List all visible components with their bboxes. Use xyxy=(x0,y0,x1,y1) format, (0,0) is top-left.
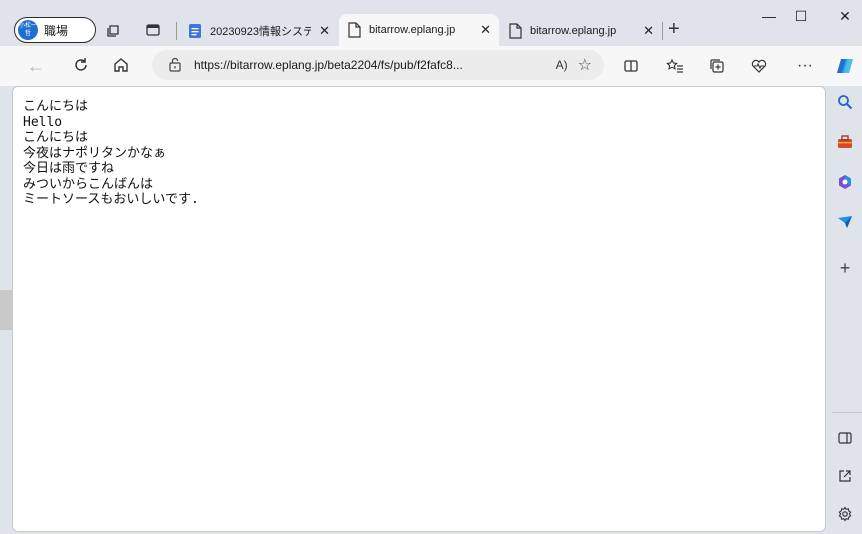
tab-docs[interactable]: 20230923情報システ ✕ xyxy=(180,16,338,46)
page-icon xyxy=(509,23,522,39)
minimize-button[interactable]: — xyxy=(754,8,784,24)
split-screen-icon[interactable] xyxy=(620,56,642,76)
profile-button[interactable]: 小松一哲 職場 xyxy=(14,17,96,43)
google-docs-icon xyxy=(189,24,201,38)
output-line: こんにちは xyxy=(23,130,89,145)
workspaces-icon[interactable] xyxy=(104,20,124,40)
add-icon[interactable]: + xyxy=(835,258,855,278)
close-tab-icon[interactable]: ✕ xyxy=(480,22,491,38)
profile-avatar: 小松一哲 xyxy=(18,20,38,40)
settings-icon[interactable] xyxy=(835,504,855,524)
tab-separator xyxy=(662,22,663,40)
collections-icon[interactable] xyxy=(706,56,728,76)
browser-toolbar: ← https://bitarrow.eplang.jp/beta2204/fs… xyxy=(0,46,862,86)
close-tab-icon[interactable]: ✕ xyxy=(643,23,654,39)
search-icon[interactable] xyxy=(835,92,855,112)
output-line: ミートソースもおいしいです. xyxy=(23,192,199,207)
output-line: みついからこんばんは xyxy=(23,176,154,192)
sidebar-divider xyxy=(832,412,862,413)
window-edge xyxy=(0,290,12,330)
browser-window: 小松一哲 職場 20230923情報システ ✕ bitarrow.eplang.… xyxy=(0,0,862,534)
output-line: 今日は雨ですね xyxy=(23,161,115,176)
output-line: Hello xyxy=(23,114,63,130)
tab-bitarrow-active[interactable]: bitarrow.eplang.jp ✕ xyxy=(339,14,499,46)
tab-title: bitarrow.eplang.jp xyxy=(530,25,617,37)
tab-separator xyxy=(176,22,177,40)
tab-bitarrow[interactable]: bitarrow.eplang.jp ✕ xyxy=(500,16,662,46)
profile-name: 職場 xyxy=(44,23,69,38)
new-tab-icon[interactable]: + xyxy=(668,18,680,41)
url-text[interactable]: https://bitarrow.eplang.jp/beta2204/fs/p… xyxy=(194,58,546,72)
back-icon[interactable]: ← xyxy=(25,56,47,77)
favorites-icon[interactable] xyxy=(664,56,686,76)
copilot-icon[interactable] xyxy=(834,56,856,76)
performance-icon[interactable] xyxy=(748,56,770,76)
more-icon[interactable]: ··· xyxy=(794,56,816,76)
tools-icon[interactable] xyxy=(835,132,855,152)
page-icon xyxy=(348,22,361,38)
page-content: こんにちは Hello こんにちは 今夜はナポリタンかなぁ 今日は雨ですね みつ… xyxy=(12,86,826,532)
refresh-icon[interactable] xyxy=(70,56,92,79)
home-icon[interactable] xyxy=(110,56,132,79)
output-line: 今夜はナポリタンかなぁ xyxy=(23,145,167,161)
star-icon[interactable]: ☆ xyxy=(578,55,592,75)
address-bar[interactable]: https://bitarrow.eplang.jp/beta2204/fs/p… xyxy=(152,50,604,80)
output-line: こんにちは xyxy=(23,99,89,114)
outlook-icon[interactable] xyxy=(835,212,855,232)
close-window-button[interactable]: ✕ xyxy=(830,8,860,25)
maximize-button[interactable]: ☐ xyxy=(786,8,816,25)
tab-strip: 小松一哲 職場 20230923情報システ ✕ bitarrow.eplang.… xyxy=(0,0,862,46)
sidebar-toggle-icon[interactable] xyxy=(835,428,855,448)
tab-title: 20230923情報システ xyxy=(210,26,312,38)
external-link-icon[interactable] xyxy=(835,466,855,486)
site-info-icon[interactable] xyxy=(168,58,182,72)
office-icon[interactable] xyxy=(835,172,855,192)
close-tab-icon[interactable]: ✕ xyxy=(319,23,330,39)
edge-sidebar: + xyxy=(828,86,862,534)
tab-title: bitarrow.eplang.jp xyxy=(369,24,456,36)
tab-actions-icon[interactable] xyxy=(143,20,163,40)
read-aloud-icon[interactable]: A) xyxy=(556,58,568,72)
